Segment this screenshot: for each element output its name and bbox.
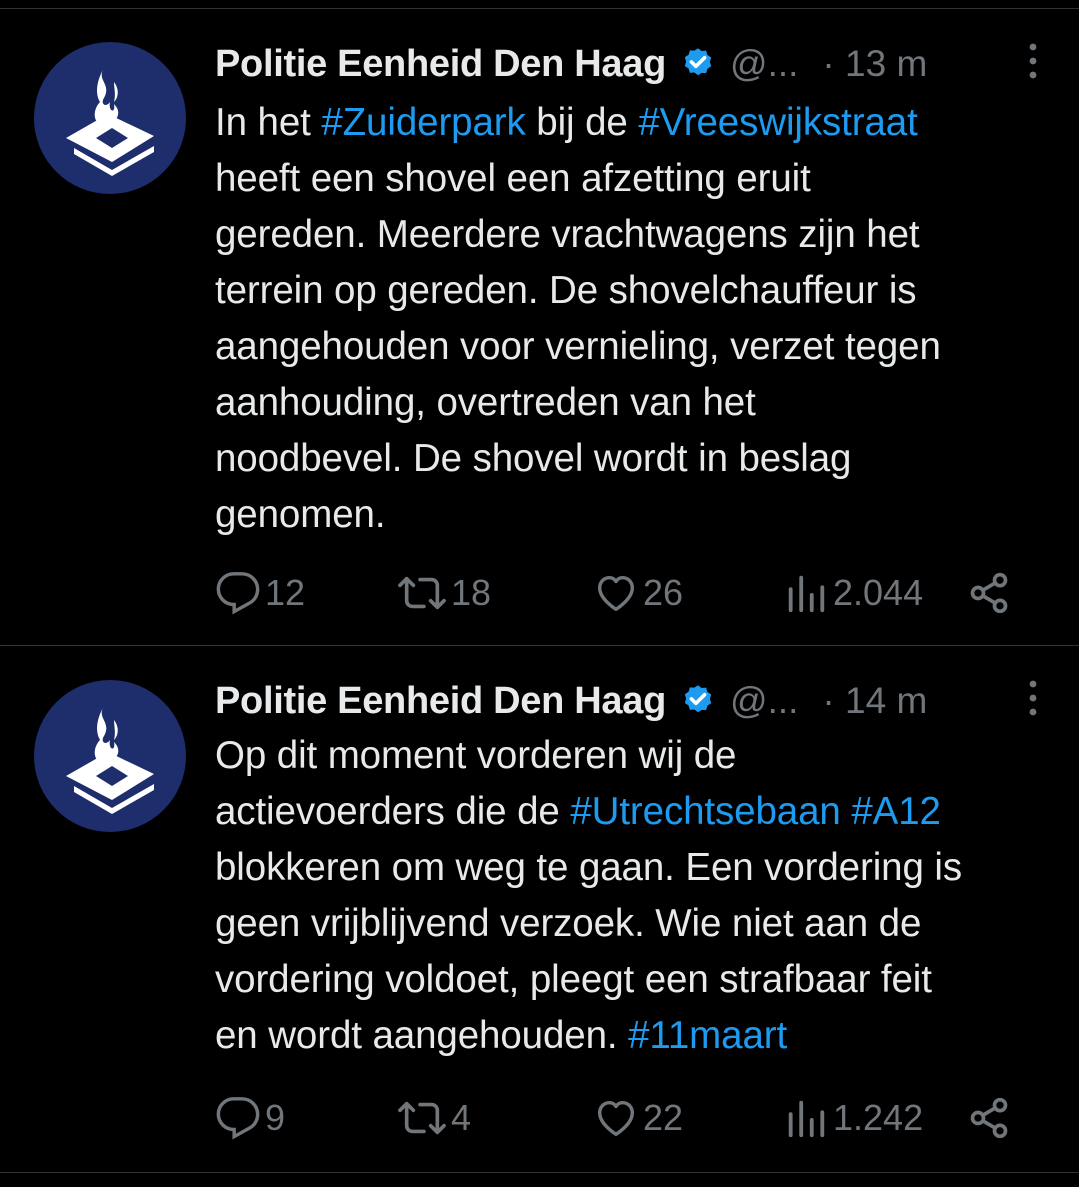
tweet-text-line: terrein op gereden. De shovelchauffeur i…: [215, 269, 917, 312]
reply-icon: [216, 572, 260, 615]
verified-badge-icon: [680, 683, 716, 719]
views-count: 2.044: [833, 572, 924, 613]
views-chart-icon: [788, 575, 825, 613]
hashtag-link[interactable]: #Utrechtsebaan: [570, 790, 841, 833]
hashtag-link[interactable]: #Vreeswijkstraat: [638, 101, 918, 144]
hashtag-link[interactable]: #Zuiderpark: [321, 101, 525, 144]
avatar[interactable]: [34, 42, 186, 194]
hashtag-link[interactable]: #A12: [851, 790, 941, 833]
views-count: 1.242: [833, 1097, 924, 1138]
tweet-text-line: aanhouding, overtreden van het: [215, 381, 756, 424]
verified-badge-icon: [680, 46, 716, 82]
tweet-text-line: genomen.: [215, 493, 386, 536]
tweet-text-line: Op dit moment vorderen wij de: [215, 734, 737, 777]
tweet-text-line: en wordt aangehouden. #11maart: [215, 1008, 1045, 1064]
tweet-text-line: heeft een shovel een afzetting eruit: [215, 157, 811, 200]
views-button[interactable]: 2.044: [783, 563, 923, 623]
tweet-text-line: noodbevel. De shovel wordt in beslag: [215, 437, 852, 480]
retweet-icon: [398, 576, 446, 610]
tweet-text-line: blokkeren om weg te gaan. Een vordering …: [215, 846, 962, 889]
views-chart-icon: [788, 1100, 825, 1138]
tweet-text-line: actievoerders die de #Utrechtsebaan #A12: [215, 784, 1045, 840]
reply-count: 9: [265, 1097, 286, 1138]
timestamp[interactable]: · 14 m: [822, 680, 927, 722]
tweet-header: Politie Eenheid Den Haag @... · 13 m: [215, 39, 1035, 89]
tweet[interactable]: Politie Eenheid Den Haag @... · 14 m Op …: [0, 646, 1079, 1172]
tweet-text-line: vordering voldoet, pleegt een strafbaar …: [215, 958, 932, 1001]
retweet-count: 4: [451, 1097, 472, 1138]
author-name[interactable]: Politie Eenheid Den Haag: [215, 43, 666, 86]
like-count: 26: [643, 572, 684, 613]
more-vertical-icon[interactable]: [1029, 43, 1037, 79]
avatar[interactable]: [34, 680, 186, 832]
heart-icon: [597, 575, 635, 612]
retweet-button[interactable]: 4: [397, 1088, 471, 1148]
text-segment: [841, 790, 852, 833]
tweet-divider: [0, 1172, 1079, 1173]
share-icon: [970, 1097, 1008, 1139]
reply-button[interactable]: 9: [215, 1088, 285, 1148]
tweet-header: Politie Eenheid Den Haag @... · 14 m: [215, 676, 1035, 726]
author-name[interactable]: Politie Eenheid Den Haag: [215, 680, 666, 723]
reply-count: 12: [265, 572, 306, 613]
tweet-actions: 9 4 22 1.242: [215, 1088, 1045, 1148]
police-flame-logo-icon: [66, 706, 154, 814]
police-flame-logo-icon: [66, 68, 154, 176]
retweet-count: 18: [451, 572, 492, 613]
tweet-text: In het #Zuiderpark bij de #Vreeswijkstra…: [215, 95, 1045, 543]
timestamp[interactable]: · 13 m: [822, 43, 927, 85]
reply-icon: [216, 1097, 260, 1140]
tweet-actions: 12 18 26 2.044: [215, 563, 1045, 623]
tweet-text-line: geen vrijblijvend verzoek. Wie niet aan …: [215, 902, 922, 945]
tweet[interactable]: Politie Eenheid Den Haag @... · 13 m In …: [0, 9, 1079, 645]
author-handle[interactable]: @...: [730, 680, 798, 722]
text-segment: bij de: [525, 101, 639, 144]
share-button[interactable]: [967, 563, 1015, 623]
tweet-text-line: aangehouden voor vernieling, verzet tege…: [215, 325, 941, 368]
like-count: 22: [643, 1097, 684, 1138]
tweet-text-line: In het #Zuiderpark bij de #Vreeswijkstra…: [215, 95, 1045, 151]
more-vertical-icon[interactable]: [1029, 680, 1037, 716]
like-button[interactable]: 22: [593, 1088, 683, 1148]
share-button[interactable]: [967, 1088, 1015, 1148]
author-handle[interactable]: @...: [730, 43, 798, 85]
reply-button[interactable]: 12: [215, 563, 305, 623]
text-segment: In het: [215, 101, 322, 144]
heart-icon: [597, 1100, 635, 1137]
tweet-text: Op dit moment vorderen wij de actievoerd…: [215, 728, 1045, 1064]
hashtag-link[interactable]: #11maart: [628, 1014, 787, 1057]
views-button[interactable]: 1.242: [783, 1088, 923, 1148]
tweet-text-line: gereden. Meerdere vrachtwagens zijn het: [215, 213, 920, 256]
retweet-button[interactable]: 18: [397, 563, 491, 623]
text-segment: en wordt aangehouden.: [215, 1014, 629, 1057]
share-icon: [970, 572, 1008, 614]
retweet-icon: [398, 1101, 446, 1135]
like-button[interactable]: 26: [593, 563, 683, 623]
text-segment: actievoerders die de: [215, 790, 571, 833]
